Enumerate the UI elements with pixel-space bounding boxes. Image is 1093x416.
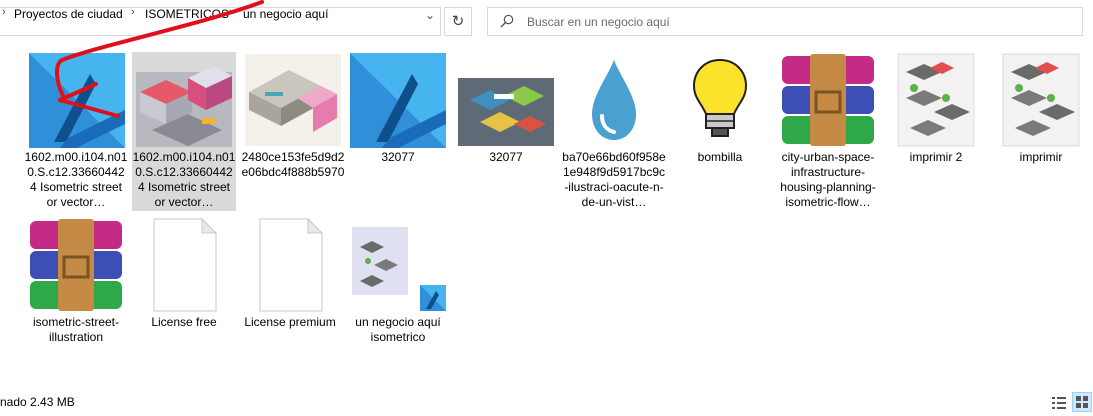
file-item-selected[interactable]: 1602.m00.i104.n010.S.c12.336604424 Isome… [132, 52, 236, 211]
status-text: nado 2.43 MB [0, 395, 75, 409]
address-toolbar: › Proyectos de ciudad › ISOMETRICOS › un… [0, 0, 1093, 44]
refresh-button[interactable]: ↻ [444, 7, 472, 36]
affinity-designer-icon [29, 53, 125, 148]
file-name: 32077 [381, 150, 415, 164]
status-bar: nado 2.43 MB [0, 392, 1093, 416]
file-item[interactable]: License premium [238, 217, 342, 332]
file-item[interactable]: 32077 [346, 52, 450, 167]
isometric-print-thumbnail [1002, 53, 1080, 147]
file-item[interactable]: License free [132, 217, 236, 332]
file-name: bombilla [697, 150, 743, 164]
search-box[interactable]: Buscar en un negocio aquí [487, 7, 1083, 36]
large-icons-view-button[interactable] [1072, 392, 1092, 412]
file-item[interactable]: imprimir [989, 52, 1093, 167]
file-item[interactable]: ba70e66bd60f958e1e948f9d5917bc9c-ilustra… [562, 52, 666, 212]
file-item[interactable]: city-urban-space-infrastructure-housing-… [776, 52, 880, 212]
text-document-icon [259, 217, 324, 312]
file-item[interactable]: 2480ce153fe5d9d2e06bdc4f888b5970 [241, 52, 345, 197]
file-name: License free [151, 315, 217, 329]
file-name: ba70e66bd60f958e1e948f9d5917bc9c-ilustra… [562, 150, 666, 209]
winrar-archive-icon [30, 219, 122, 311]
breadcrumb-proyectos-de-ciudad[interactable]: Proyectos de ciudad [14, 7, 123, 21]
isometric-print-thumbnail [897, 53, 975, 147]
file-item[interactable]: imprimir 2 [884, 52, 988, 167]
file-name: 1602.m00.i104.n010.S.c12.336604424 Isome… [132, 150, 236, 209]
file-item[interactable]: 32077 [454, 52, 558, 167]
file-name: isometric-street-illustration [32, 315, 119, 344]
search-input[interactable]: Buscar en un negocio aquí [527, 15, 670, 29]
file-name: 32077 [489, 150, 523, 164]
large-icons-view-icon [1076, 396, 1088, 408]
file-name: un negocio aquí isometrico [355, 315, 441, 344]
search-icon [500, 14, 514, 28]
file-item[interactable]: isometric-street-illustration [24, 217, 128, 347]
breadcrumb-isometricos[interactable]: ISOMETRICOS [145, 7, 229, 21]
file-item[interactable]: un negocio aquí isometrico [346, 217, 450, 347]
breadcrumb-current-folder[interactable]: un negocio aquí [243, 7, 328, 21]
text-document-icon [153, 217, 218, 312]
file-name: city-urban-space-infrastructure-housing-… [780, 150, 876, 209]
file-item[interactable]: 1602.m00.i104.n010.S.c12.336604424 Isome… [24, 52, 128, 209]
isometric-street-thumbnail [136, 66, 232, 147]
water-drop-thumbnail [566, 54, 662, 148]
winrar-archive-icon [782, 54, 874, 146]
isometric-building-thumbnail [245, 54, 341, 146]
breadcrumb-separator[interactable]: › [229, 6, 233, 18]
breadcrumb-separator: › [2, 6, 6, 18]
file-name: 2480ce153fe5d9d2e06bdc4f888b5970 [241, 150, 345, 179]
affinity-file-thumbnail [352, 227, 446, 311]
file-name: 1602.m00.i104.n010.S.c12.336604424 Isome… [24, 150, 128, 209]
affinity-designer-icon [350, 53, 446, 148]
details-view-icon[interactable] [1051, 395, 1067, 411]
file-name: imprimir [1019, 150, 1063, 164]
chevron-down-icon[interactable]: ⌄ [420, 8, 440, 28]
file-item[interactable]: bombilla [668, 52, 772, 167]
breadcrumb-separator[interactable]: › [131, 6, 135, 18]
file-name: License premium [244, 315, 336, 329]
file-name: imprimir 2 [909, 150, 963, 164]
light-bulb-thumbnail [672, 54, 768, 148]
urban-space-thumbnail [458, 78, 554, 146]
